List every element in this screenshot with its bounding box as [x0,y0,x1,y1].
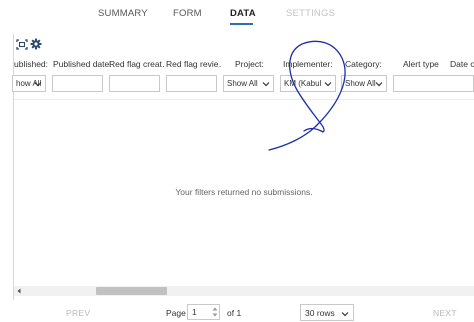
alert-type-filter-input[interactable] [393,75,474,92]
tab-summary[interactable]: SUMMARY [98,8,148,19]
implementer-filter-value: KM (Kabul [284,79,322,88]
chevron-down-icon [341,312,349,317]
active-tab-indicator [230,23,253,25]
chevron-down-icon [375,82,383,87]
next-button[interactable]: NEXT [433,308,457,318]
empty-state-message: Your filters returned no submissions. [175,187,313,197]
published-date-filter-input[interactable] [52,75,103,92]
tab-bar: SUMMARY FORM DATA SETTINGS [0,0,474,28]
column-header-date-of[interactable]: Date of [450,59,474,69]
column-header-category[interactable]: Category: [345,59,382,69]
column-header-red-flag-created[interactable]: Red flag creat… [109,59,164,69]
column-header-alert-type[interactable]: Alert type [403,59,439,69]
chevron-down-icon [324,82,332,87]
category-filter-value: Show All [345,79,376,88]
chevron-down-icon [34,82,42,87]
red-flag-created-filter-input[interactable] [109,75,160,92]
column-header-red-flag-reviewed[interactable]: Red flag revie… [166,59,221,69]
tab-form[interactable]: FORM [173,8,202,19]
page-count: of 1 [227,308,242,318]
table-header: ublished: Published date: Red flag creat… [14,55,474,73]
table-left-border [13,34,14,300]
tab-data[interactable]: DATA [230,8,256,19]
category-filter-select[interactable]: Show All [341,75,387,92]
scrollbar-thumb[interactable] [96,287,167,295]
page-label: Page [166,308,186,318]
pen-annotation [268,40,346,151]
filter-divider [14,99,474,100]
prev-button[interactable]: PREV [66,308,90,318]
project-filter-value: Show All [227,79,258,88]
published-filter-select[interactable]: how All [12,75,46,92]
implementer-filter-select[interactable]: KM (Kabul [280,75,336,92]
rows-per-page-value: 30 rows [305,307,335,318]
page-spinner-icon[interactable] [211,305,219,319]
scroll-left-icon[interactable] [15,286,23,296]
red-flag-reviewed-filter-input[interactable] [166,75,217,92]
column-header-project[interactable]: Project: [235,59,264,69]
project-filter-select[interactable]: Show All [223,75,274,92]
data-view: SUMMARY FORM DATA SETTINGS ublished: Pub… [0,0,474,322]
tab-settings: SETTINGS [286,8,336,19]
rows-per-page-select[interactable]: 30 rows [300,304,354,321]
column-header-implementer[interactable]: Implementer: [283,59,333,69]
gear-icon[interactable] [29,37,43,51]
horizontal-scrollbar[interactable] [14,286,474,296]
chevron-down-icon [262,82,270,87]
filter-row: how All Show All KM (Kabul Show All [12,75,474,95]
column-header-published-date[interactable]: Published date: [53,59,112,69]
column-header-published[interactable]: ublished: [14,59,48,69]
expand-icon[interactable] [15,37,29,51]
